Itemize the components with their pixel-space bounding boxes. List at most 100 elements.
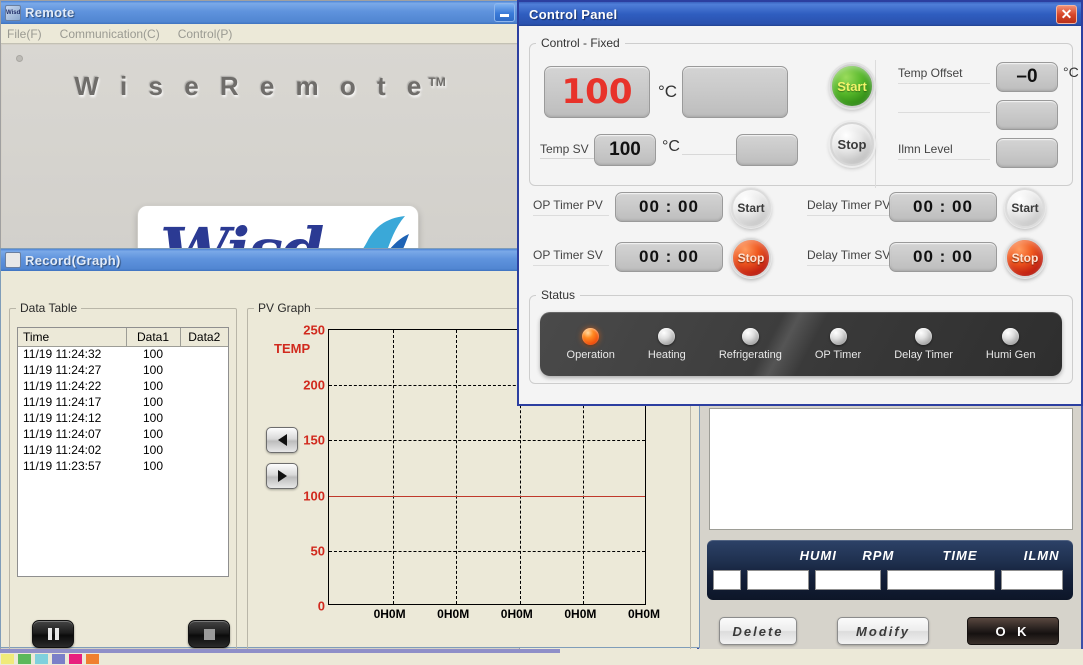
data-table-body: 11/19 11:24:32 100 11/19 11:24:27 100 11/19 … — [18, 346, 228, 474]
chart-gridline-h — [329, 550, 645, 552]
op-timer-sv-field[interactable]: 00 : 00 — [615, 242, 723, 272]
cell-time: 11/19 11:24:27 — [23, 363, 102, 377]
table-row[interactable]: 11/19 11:24:02 100 — [18, 442, 228, 458]
secondary-window: HUMI RPM TIME ILMN Delete Modify O K — [697, 398, 1083, 656]
remote-window-title: Remote — [25, 5, 75, 20]
param-input-humi[interactable] — [747, 570, 809, 590]
chart-series-line — [329, 495, 645, 497]
column-header-data2[interactable]: Data2 — [180, 328, 228, 347]
control-panel-title-bar[interactable]: Control Panel ✕ — [519, 2, 1081, 26]
cell-time: 11/19 11:24:32 — [23, 347, 102, 362]
delete-button[interactable]: Delete — [719, 617, 797, 645]
status-item-delay-timer: Delay Timer — [894, 327, 953, 361]
cell-data1: 100 — [142, 411, 164, 425]
palette-swatch[interactable] — [51, 653, 66, 665]
graph-next-button[interactable] — [266, 463, 298, 489]
remote-window-buttons — [494, 3, 517, 22]
table-row[interactable]: 11/19 11:24:17 100 — [18, 394, 228, 410]
param-input-0[interactable] — [713, 570, 741, 590]
wiseremote-brand-text: W i s e R e m o t e — [74, 71, 429, 101]
cell-data1: 100 — [142, 379, 164, 393]
aux-display-2[interactable] — [736, 134, 798, 166]
column-header-data1[interactable]: Data1 — [126, 328, 181, 347]
status-group: Status Operation Heating Refrigerating OP T… — [529, 288, 1073, 384]
chart-xtick-label: 0H0M — [437, 607, 470, 621]
data-table-legend: Data Table — [20, 301, 78, 315]
chart-gridline-h — [329, 440, 645, 442]
cell-data2 — [180, 410, 228, 426]
ok-button[interactable]: O K — [967, 617, 1059, 645]
table-row[interactable]: 11/19 11:24:32 100 — [18, 346, 228, 362]
status-item-heating: Heating — [647, 327, 686, 361]
status-label: Heating — [647, 348, 686, 361]
stop-button[interactable]: Stop — [830, 122, 874, 166]
aux-display-3[interactable] — [996, 100, 1058, 130]
minimize-button[interactable] — [494, 3, 515, 22]
aux-divider-2 — [898, 112, 990, 113]
table-row[interactable]: 11/19 11:23:57 100 — [18, 458, 228, 474]
delay-timer-sv-field[interactable]: 00 : 00 — [889, 242, 997, 272]
delay-timer-pv-field[interactable]: 00 : 00 — [889, 192, 997, 222]
status-legend: Status — [541, 288, 576, 302]
column-header-time[interactable]: Time — [18, 328, 127, 347]
modify-button[interactable]: Modify — [837, 617, 929, 645]
palette-swatch[interactable] — [0, 653, 15, 665]
op-timer-start-button[interactable]: Start — [731, 188, 771, 228]
param-input-rpm[interactable] — [815, 570, 881, 590]
temp-sv-label: Temp SV — [540, 142, 596, 159]
start-button[interactable]: Start — [830, 64, 874, 108]
palette-swatch[interactable] — [85, 653, 100, 665]
screen: Wisd Remote File(F) Communication(C) Con… — [0, 0, 1083, 665]
temp-sv-field[interactable]: 100 — [594, 134, 656, 166]
status-item-humi-gen: Humi Gen — [986, 327, 1035, 361]
temp-offset-field[interactable]: –0 — [996, 62, 1058, 92]
cell-data1: 100 — [142, 395, 164, 409]
cell-data2 — [180, 426, 228, 442]
param-input-ilmn[interactable] — [1001, 570, 1063, 590]
table-row[interactable]: 11/19 11:24:07 100 — [18, 426, 228, 442]
delay-timer-start-button[interactable]: Start — [1005, 188, 1045, 228]
cell-time: 11/19 11:24:12 — [23, 411, 102, 425]
pause-button[interactable] — [32, 620, 74, 648]
led-indicator-icon — [582, 327, 600, 345]
cell-data2 — [180, 458, 228, 474]
palette-strip-bar — [0, 649, 560, 653]
stop-icon — [203, 628, 215, 640]
pause-icon — [47, 628, 59, 640]
chart-ytick-label: 150 — [303, 432, 325, 448]
op-timer-pv-field[interactable]: 00 : 00 — [615, 192, 723, 222]
status-item-operation: Operation — [567, 327, 615, 361]
table-row[interactable]: 11/19 11:24:22 100 — [18, 378, 228, 394]
cell-data1: 100 — [142, 363, 164, 377]
table-row[interactable]: 11/19 11:24:27 100 — [18, 362, 228, 378]
menu-control[interactable]: Control(P) — [178, 27, 233, 41]
parameter-input-row — [707, 568, 1073, 592]
status-label: Delay Timer — [894, 348, 953, 361]
data-table-scroll[interactable]: Time Data1 Data2 11/19 11:24:32 100 11/19 … — [17, 327, 229, 577]
cell-data1: 100 — [142, 427, 164, 441]
prev-arrow-icon — [277, 434, 287, 446]
cell-data2 — [180, 394, 228, 410]
palette-swatch[interactable] — [34, 653, 49, 665]
param-input-time[interactable] — [887, 570, 995, 590]
secondary-list-area[interactable] — [709, 408, 1073, 530]
palette-swatch[interactable] — [68, 653, 83, 665]
table-row[interactable]: 11/19 11:24:12 100 — [18, 410, 228, 426]
close-button[interactable]: ✕ — [1056, 4, 1077, 24]
cell-time: 11/19 11:24:07 — [23, 427, 102, 441]
stop-record-button[interactable] — [188, 620, 230, 648]
delay-timer-stop-button[interactable]: Stop — [1005, 238, 1045, 278]
graph-prev-button[interactable] — [266, 427, 298, 453]
secondary-button-row: Delete Modify O K — [707, 616, 1073, 646]
ilmn-level-field[interactable] — [996, 138, 1058, 168]
menu-communication[interactable]: Communication(C) — [60, 27, 160, 41]
remote-title-bar[interactable]: Wisd Remote — [1, 1, 519, 24]
led-indicator-icon — [829, 327, 847, 345]
palette-swatch[interactable] — [17, 653, 32, 665]
led-indicator-icon — [1002, 327, 1020, 345]
menu-file[interactable]: File(F) — [7, 27, 42, 41]
op-timer-stop-button[interactable]: Stop — [731, 238, 771, 278]
chart-ylabel: TEMP — [274, 341, 311, 356]
cell-data2 — [180, 442, 228, 458]
chart-xtick-label: 0H0M — [500, 607, 533, 621]
